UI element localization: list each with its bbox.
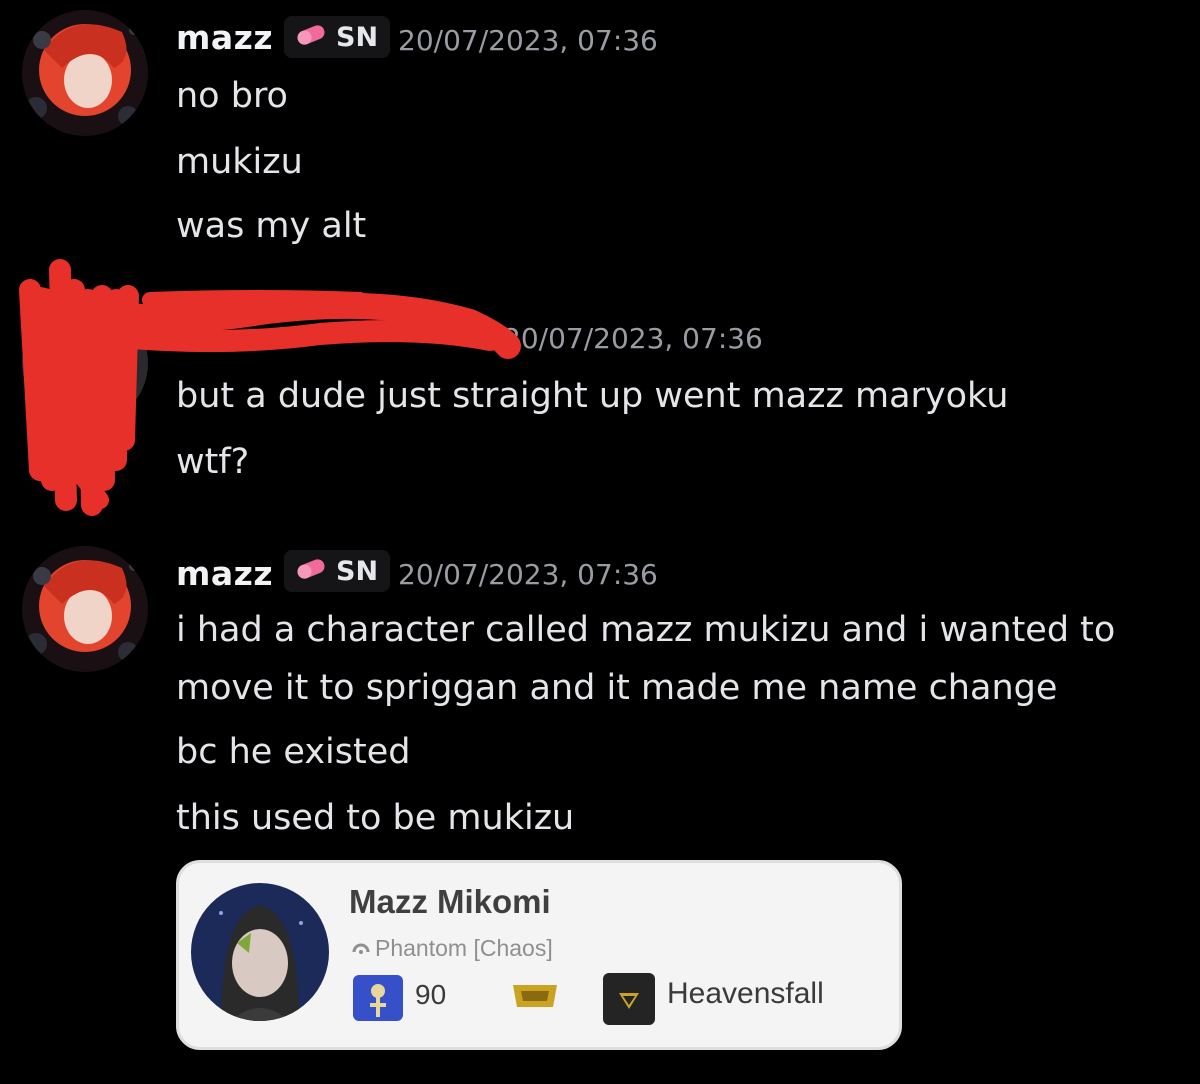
message-line: was my alt bbox=[176, 206, 367, 246]
character-level: 90 bbox=[415, 979, 447, 1010]
character-card-image[interactable]: Mazz Mikomi Phantom [Chaos] 90 Heavensfa… bbox=[176, 860, 902, 1050]
avatar[interactable] bbox=[22, 300, 148, 426]
astrologian-job-icon bbox=[353, 975, 403, 1021]
server-tag[interactable]: SN bbox=[284, 16, 391, 58]
world-name: Phantom [Chaos] bbox=[375, 935, 553, 961]
message-line: no bro bbox=[176, 76, 288, 116]
tag-label: SN bbox=[336, 21, 379, 53]
message-line: move it to spriggan and it made me name … bbox=[176, 668, 1058, 708]
message-line: this used to be mukizu bbox=[176, 798, 575, 838]
home-world-icon bbox=[351, 935, 371, 962]
pink-pill-icon bbox=[294, 23, 328, 51]
timestamp: 20/07/2023, 07:36 bbox=[503, 322, 763, 355]
avatar[interactable] bbox=[22, 546, 148, 672]
username[interactable]: mazz bbox=[176, 554, 273, 593]
timestamp: 20/07/2023, 07:36 bbox=[398, 558, 658, 591]
pink-pill-icon bbox=[294, 557, 328, 585]
username[interactable]: mazz bbox=[176, 18, 273, 57]
timestamp: 20/07/2023, 07:36 bbox=[398, 24, 658, 57]
message-line: i had a character called mazz mukizu and… bbox=[176, 610, 1116, 650]
message-line: wtf? bbox=[176, 442, 250, 482]
message-line: but a dude just straight up went mazz ma… bbox=[176, 376, 1009, 416]
server-tag[interactable]: SN bbox=[284, 550, 391, 592]
character-name: Mazz Mikomi bbox=[349, 883, 551, 920]
world-label: Phantom [Chaos] bbox=[351, 935, 553, 962]
character-portrait bbox=[191, 883, 329, 1021]
free-company-badge-icon bbox=[509, 981, 561, 1011]
message-line: mukizu bbox=[176, 142, 303, 182]
free-company-crest-icon bbox=[603, 973, 655, 1025]
tag-label: SN bbox=[336, 555, 379, 587]
avatar[interactable] bbox=[22, 10, 148, 136]
free-company-name: Heavensfall bbox=[667, 977, 824, 1010]
message-line: bc he existed bbox=[176, 732, 411, 772]
